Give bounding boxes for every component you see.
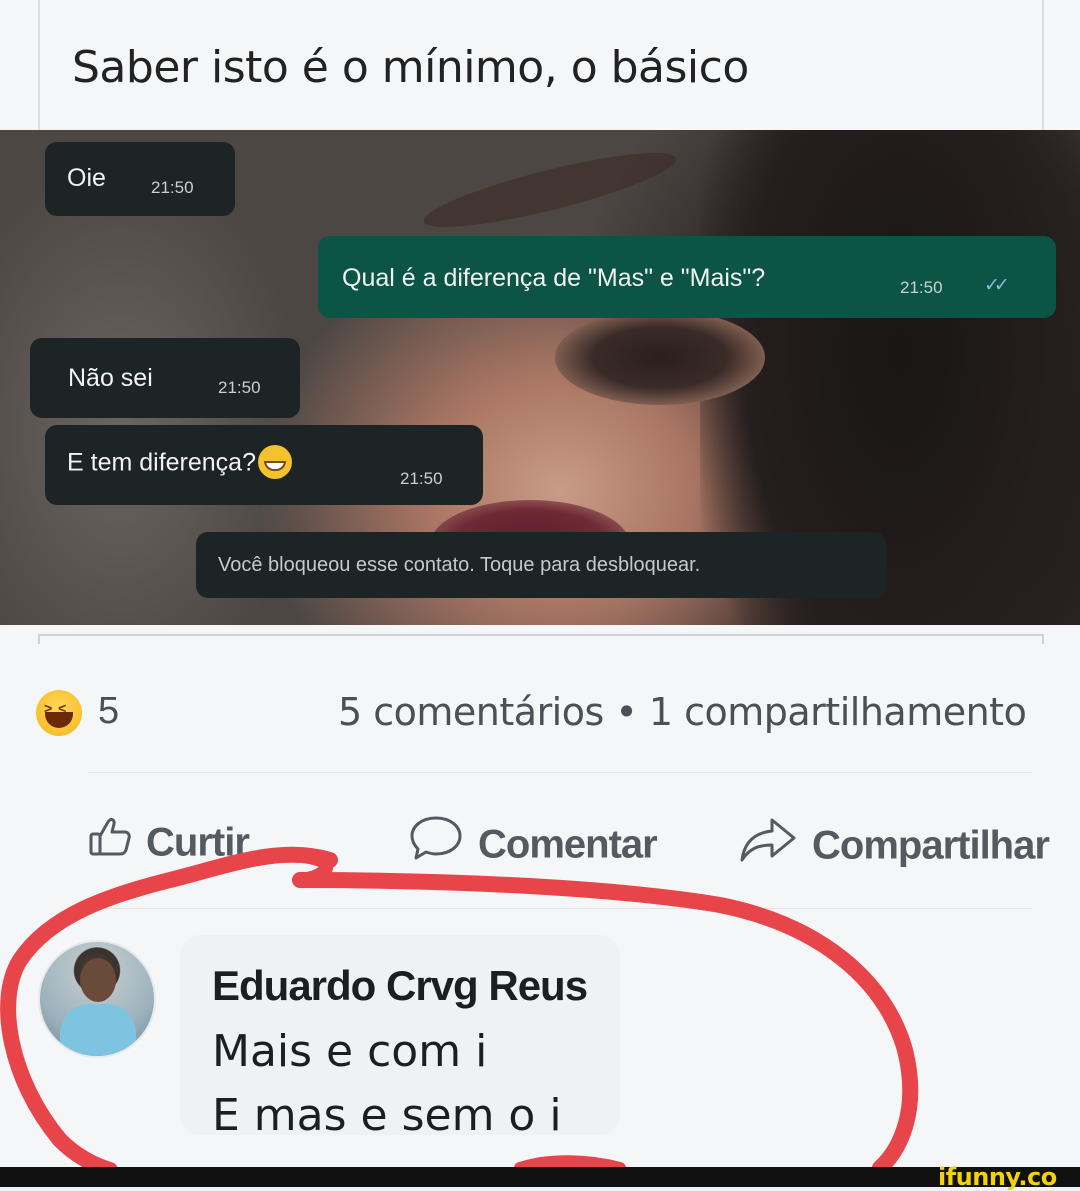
like-label: Curtir (146, 820, 250, 865)
haha-reaction-icon[interactable]: >< (36, 690, 82, 736)
post-card: Saber isto é o mínimo, o básico Oie 21:5… (0, 0, 1080, 1167)
like-button[interactable]: Curtir (88, 818, 250, 872)
post-border-left (38, 0, 40, 130)
message-text: Qual é a diferença de "Mas" e "Mais"? (342, 264, 766, 292)
message-text: E tem diferença? (67, 448, 256, 477)
background-eye (555, 310, 765, 405)
comment-label: Comentar (478, 822, 658, 867)
chat-bubble-incoming: E tem diferença? 21:50 (45, 425, 483, 505)
footer-bar (0, 1167, 1080, 1187)
chat-bubble-outgoing: Qual é a diferença de "Mas" e "Mais"? 21… (318, 236, 1056, 318)
share-label: Compartilhar (812, 823, 1050, 868)
comment-button[interactable]: Comentar (408, 816, 658, 876)
comment-text-line: E mas e sem o i (212, 1090, 562, 1141)
message-time: 21:50 (151, 178, 194, 197)
post-border-right (1042, 0, 1044, 130)
divider (88, 908, 1032, 909)
comment-text-line: Mais e com i (212, 1026, 488, 1077)
post-text: Saber isto é o mínimo, o básico (72, 42, 749, 93)
message-time: 21:50 (900, 278, 943, 297)
message-text: Oie (67, 164, 106, 192)
chat-screenshot-image[interactable]: Oie 21:50 Qual é a diferença de "Mas" e … (0, 130, 1080, 625)
chat-bubble-incoming: Não sei 21:50 (30, 338, 300, 418)
blocked-notice-text: Você bloqueou esse contato. Toque para d… (218, 554, 701, 576)
image-divider (38, 634, 1044, 644)
double-check-icon: ✓✓ (984, 275, 1010, 296)
share-arrow-icon (738, 814, 798, 874)
blocked-contact-notice[interactable]: Você bloqueou esse contato. Toque para d… (196, 532, 886, 598)
comment-author[interactable]: Eduardo Crvg Reus (212, 962, 588, 1010)
share-button[interactable]: Compartilhar (738, 818, 1050, 878)
message-text: Não sei (68, 364, 153, 392)
message-time: 21:50 (218, 378, 261, 397)
avatar[interactable] (38, 940, 156, 1058)
message-text-wrap: E tem diferença? (67, 445, 292, 481)
background-brow (419, 139, 681, 241)
divider (88, 772, 1032, 773)
reaction-count[interactable]: 5 (98, 690, 119, 733)
speech-bubble-icon (408, 814, 464, 872)
message-time: 21:50 (400, 469, 443, 488)
comments-shares-count[interactable]: 5 comentários • 1 compartilhamento (338, 690, 1027, 734)
grinning-sweat-emoji-icon (258, 445, 292, 479)
chat-bubble-incoming: Oie 21:50 (45, 142, 235, 216)
thumbs-up-icon (88, 814, 132, 868)
